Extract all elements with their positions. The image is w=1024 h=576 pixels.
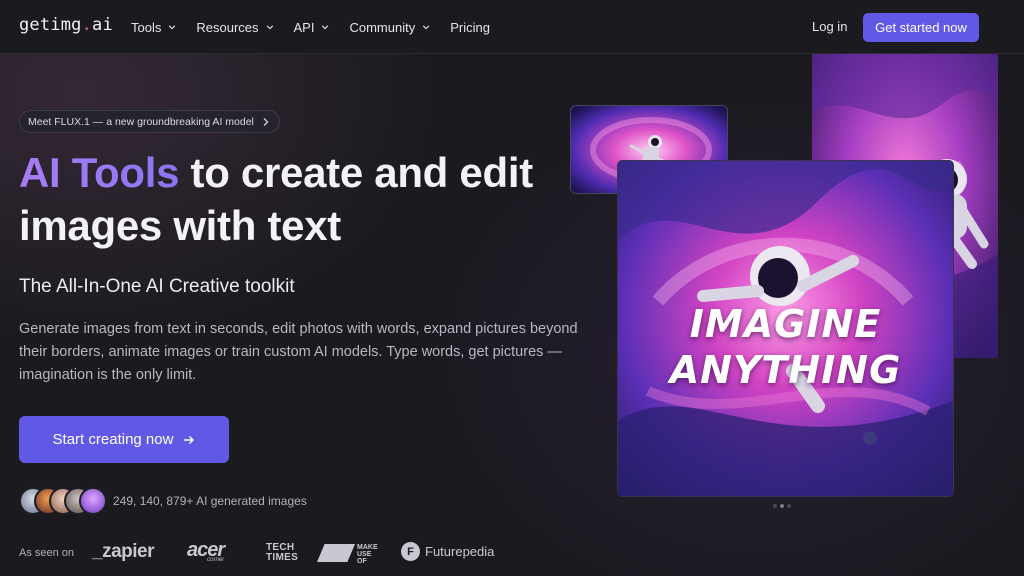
top-navbar: getimg.ai Tools Resources API Community …	[0, 0, 1024, 54]
logo[interactable]: getimg.ai	[19, 15, 113, 35]
start-creating-label: Start creating now	[52, 431, 174, 448]
techtimes-line2: TIMES	[266, 552, 299, 563]
logo-tld: ai	[92, 15, 113, 35]
muo-line1: MAKE	[357, 544, 378, 551]
arrow-right-icon	[184, 435, 195, 444]
chevron-down-icon	[266, 25, 273, 30]
carousel-dots	[773, 504, 794, 508]
nav-item-label: Tools	[131, 19, 162, 35]
page-title: AI Tools to create and edit images with t…	[19, 146, 579, 252]
as-seen-on-label: As seen on	[19, 547, 75, 559]
futurepedia-wordmark: Futurepedia	[425, 544, 495, 559]
makeuseof-logo: MAKE USE OF	[357, 544, 378, 565]
get-started-button[interactable]: Get started now	[863, 13, 979, 42]
hero-description: Generate images from text in seconds, ed…	[19, 321, 578, 383]
announcement-pill[interactable]: Meet FLUX.1 — a new groundbreaking AI mo…	[19, 110, 280, 133]
zapier-logo: _zapier	[92, 541, 154, 562]
imagine-line2: ANYTHING	[669, 348, 902, 392]
futurepedia-logo: F Futurepedia	[401, 542, 494, 561]
chevron-down-icon	[169, 25, 176, 30]
chevron-down-icon	[423, 25, 430, 30]
nav-item-pricing[interactable]: Pricing	[450, 20, 490, 35]
carousel-dot[interactable]	[773, 504, 777, 508]
acer-logo: acer corner	[187, 539, 225, 563]
login-link[interactable]: Log in	[812, 19, 847, 34]
logo-dot: .	[81, 15, 93, 35]
headline-rest-2: images with text	[19, 202, 341, 249]
nav-links: Tools Resources API Community Pricing	[131, 0, 510, 54]
nav-item-api[interactable]: API	[294, 20, 330, 35]
nav-item-label: API	[293, 19, 315, 35]
techtimes-logo: TECH TIMES	[266, 543, 298, 563]
start-creating-button[interactable]: Start creating now	[19, 416, 229, 463]
makeuseof-logo-shape	[317, 544, 355, 562]
nav-item-label: Pricing	[450, 19, 490, 35]
chevron-right-icon	[263, 117, 269, 126]
nav-item-tools[interactable]: Tools	[131, 20, 176, 35]
muo-line2: USE	[357, 551, 372, 558]
headline-accent: AI Tools	[19, 149, 180, 196]
logo-main: getimg	[19, 15, 82, 35]
carousel-dot[interactable]	[787, 504, 791, 508]
carousel-dot-active[interactable]	[780, 504, 784, 508]
headline-rest-1: to create and edit	[179, 149, 534, 196]
chevron-down-icon	[322, 25, 329, 30]
showcase-image-main: IMAGINE ANYTHING	[618, 161, 953, 496]
generated-images-count: 249, 140, 879+ AI generated images	[113, 494, 307, 508]
avatar	[79, 487, 107, 515]
announcement-text: Meet FLUX.1 — a new groundbreaking AI mo…	[28, 115, 254, 128]
user-avatars	[19, 487, 109, 515]
nav-item-label: Resources	[196, 19, 259, 35]
muo-line3: OF	[357, 558, 367, 565]
futurepedia-logo-icon: F	[401, 542, 420, 561]
nav-item-resources[interactable]: Resources	[196, 20, 273, 35]
imagine-anything-text: IMAGINE ANYTHING	[618, 301, 953, 393]
imagine-line1: IMAGINE	[689, 302, 882, 346]
subheadline: The All-In-One AI Creative toolkit	[19, 276, 295, 297]
nav-item-community[interactable]: Community	[349, 20, 430, 35]
nav-item-label: Community	[349, 19, 416, 35]
